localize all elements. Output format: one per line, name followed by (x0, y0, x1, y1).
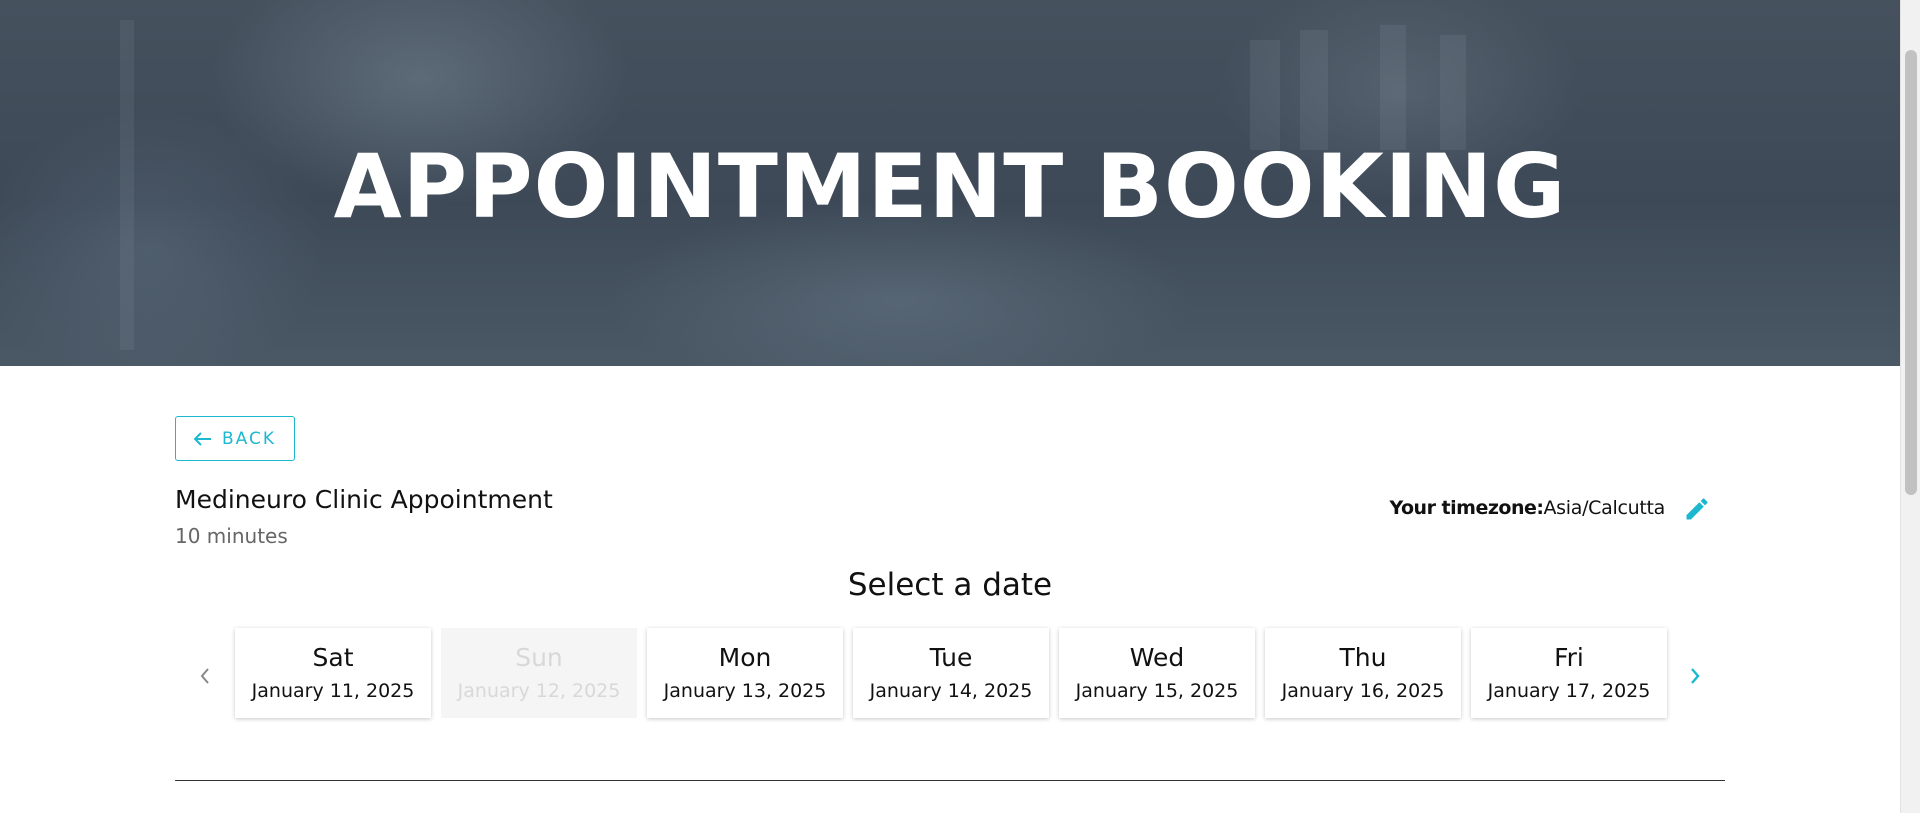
scrollbar[interactable] (1900, 0, 1920, 813)
page: APPOINTMENT BOOKING BACK Medineuro Clini… (0, 0, 1920, 813)
day-date: January 15, 2025 (1075, 680, 1239, 702)
day-name: Fri (1554, 643, 1584, 672)
scrollbar-thumb[interactable] (1905, 50, 1917, 495)
hero-background-detail (1380, 25, 1406, 150)
appointment-duration: 10 minutes (175, 524, 288, 548)
hero-background-detail (1440, 35, 1466, 150)
chevron-right-icon[interactable] (1681, 662, 1709, 690)
date-card-sun: Sun January 12, 2025 (441, 628, 637, 718)
hero-banner: APPOINTMENT BOOKING (0, 0, 1900, 366)
pencil-icon[interactable] (1683, 495, 1711, 523)
back-button[interactable]: BACK (175, 416, 295, 461)
day-name: Thu (1339, 643, 1387, 672)
date-card-thu[interactable]: Thu January 16, 2025 (1265, 628, 1461, 718)
arrow-left-icon (193, 429, 212, 449)
timezone-label: Your timezone: (1389, 497, 1544, 519)
day-name: Wed (1129, 643, 1185, 672)
hero-background-detail (1300, 30, 1328, 150)
day-date: January 14, 2025 (869, 680, 1033, 702)
select-date-heading: Select a date (847, 567, 1053, 603)
day-name: Sat (312, 643, 354, 672)
back-button-label: BACK (221, 428, 276, 449)
page-title: APPOINTMENT BOOKING (333, 135, 1567, 238)
timezone-value: Asia/Calcutta (1543, 497, 1665, 519)
date-card-wed[interactable]: Wed January 15, 2025 (1059, 628, 1255, 718)
day-name: Sun (515, 643, 563, 672)
date-card-mon[interactable]: Mon January 13, 2025 (647, 628, 843, 718)
day-date: January 13, 2025 (663, 680, 827, 702)
day-date: January 17, 2025 (1487, 680, 1651, 702)
day-name: Tue (929, 643, 973, 672)
hero-background-detail (1250, 40, 1280, 150)
day-date: January 12, 2025 (457, 680, 621, 702)
date-card-sat[interactable]: Sat January 11, 2025 (235, 628, 431, 718)
day-name: Mon (718, 643, 772, 672)
day-date: January 16, 2025 (1281, 680, 1445, 702)
date-card-tue[interactable]: Tue January 14, 2025 (853, 628, 1049, 718)
date-list: Sat January 11, 2025 Sun January 12, 202… (235, 628, 1667, 718)
timezone-display: Your timezone: Asia/Calcutta (1350, 497, 1665, 519)
day-date: January 11, 2025 (251, 680, 415, 702)
chevron-left-icon[interactable] (191, 662, 219, 690)
date-card-fri[interactable]: Fri January 17, 2025 (1471, 628, 1667, 718)
appointment-title: Medineuro Clinic Appointment (175, 485, 553, 514)
divider (175, 780, 1725, 781)
